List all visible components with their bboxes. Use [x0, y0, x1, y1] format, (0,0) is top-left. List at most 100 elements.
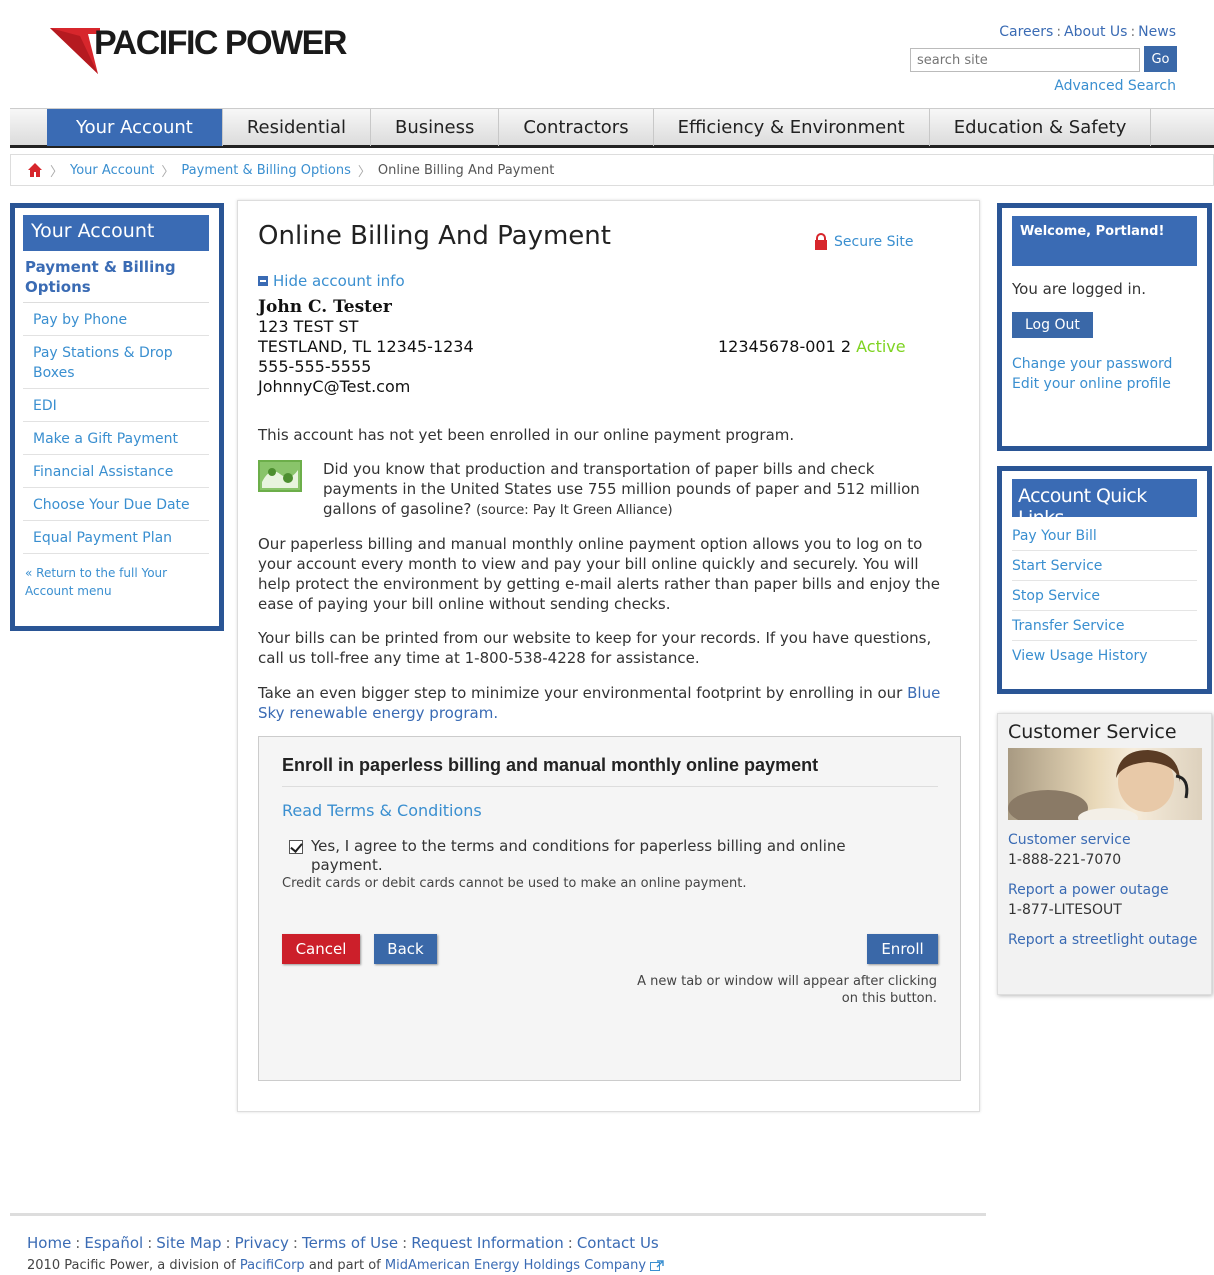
power-outage-link[interactable]: Report a power outage	[1008, 880, 1201, 900]
breadcrumb-payment-billing[interactable]: Payment & Billing Options	[181, 163, 350, 178]
footer-contact[interactable]: Contact Us	[577, 1234, 659, 1252]
customer-email: JohnnyC@Test.com	[258, 377, 411, 396]
news-link[interactable]: News	[1138, 24, 1176, 40]
quick-stop-service[interactable]: Stop Service	[1012, 581, 1197, 611]
utility-links: Careers: About Us: News	[999, 24, 1176, 40]
quick-links-title: Account Quick Links	[1012, 479, 1197, 529]
hide-account-info-link[interactable]: Hide account info	[258, 272, 405, 290]
search-input[interactable]	[910, 48, 1140, 72]
main-nav: Your Account Residential Business Contra…	[10, 108, 1214, 148]
careers-link[interactable]: Careers	[999, 24, 1053, 40]
welcome-panel: Welcome, Portland! You are logged in. Lo…	[997, 203, 1212, 451]
green-tip-icon	[258, 460, 302, 492]
midamerican-link[interactable]: MidAmerican Energy Holdings Company	[385, 1258, 646, 1273]
menu-due-date[interactable]: Choose Your Due Date	[23, 488, 209, 521]
customer-address: John C. Tester 123 TEST ST TESTLAND, TL …	[258, 297, 474, 397]
nav-contractors[interactable]: Contractors	[499, 109, 654, 146]
nav-your-account[interactable]: Your Account	[47, 109, 223, 146]
enroll-title: Enroll in paperless billing and manual m…	[282, 755, 819, 775]
nav-education-safety[interactable]: Education & Safety	[930, 109, 1152, 146]
about-us-link[interactable]: About Us	[1064, 24, 1127, 40]
menu-edi[interactable]: EDI	[23, 389, 209, 422]
chevron-right-icon: 〉	[161, 164, 175, 180]
payment-billing-options-link[interactable]: Payment & Billing Options	[23, 251, 209, 303]
not-enrolled-text: This account has not yet been enrolled i…	[258, 426, 795, 444]
menu-equal-payment[interactable]: Equal Payment Plan	[23, 521, 209, 554]
customer-city: TESTLAND, TL 12345-1234	[258, 337, 474, 356]
menu-financial-assistance[interactable]: Financial Assistance	[23, 455, 209, 488]
cs-streetlight: Report a streetlight outage	[1008, 930, 1201, 950]
enroll-box: Enroll in paperless billing and manual m…	[258, 736, 961, 1081]
paper-tip: Did you know that production and transpo…	[323, 459, 948, 521]
credit-card-note: Credit cards or debit cards cannot be us…	[282, 876, 747, 891]
footer-site-map[interactable]: Site Map	[156, 1234, 221, 1252]
cs-customer-service: Customer service 1-888-221-7070	[1008, 830, 1201, 870]
footer-links: Home: Español: Site Map: Privacy: Terms of U…	[27, 1234, 659, 1252]
nav-residential[interactable]: Residential	[223, 109, 371, 146]
customer-service-panel: Customer Service Customer service 1-888-…	[997, 713, 1212, 995]
paper-tip-source: (source: Pay It Green Alliance)	[476, 503, 673, 518]
cancel-button[interactable]: Cancel	[282, 934, 360, 964]
quick-usage-history[interactable]: View Usage History	[1012, 641, 1197, 670]
your-account-panel: Your Account Payment & Billing Options P…	[10, 203, 224, 631]
panel-title: Your Account	[23, 215, 209, 251]
streetlight-outage-link[interactable]: Report a streetlight outage	[1008, 930, 1201, 950]
page-title: Online Billing And Payment	[258, 221, 611, 251]
customer-service-phone: 1-888-221-7070	[1008, 852, 1122, 868]
terms-conditions-link[interactable]: Read Terms & Conditions	[282, 801, 482, 820]
nav-business[interactable]: Business	[371, 109, 500, 146]
footer-copyright: 2010 Pacific Power, a division of Pacifi…	[27, 1258, 664, 1273]
quick-start-service[interactable]: Start Service	[1012, 551, 1197, 581]
logo-text: PACIFIC POWER	[94, 24, 347, 62]
secure-site-label: Secure Site	[834, 233, 914, 250]
advanced-search-link[interactable]: Advanced Search	[1054, 78, 1176, 94]
agree-checkbox[interactable]	[289, 840, 303, 854]
footer-privacy[interactable]: Privacy	[235, 1234, 289, 1252]
logout-button[interactable]: Log Out	[1012, 312, 1093, 338]
footer-request-info[interactable]: Request Information	[411, 1234, 564, 1252]
nav-efficiency-environment[interactable]: Efficiency & Environment	[654, 109, 930, 146]
change-password-link[interactable]: Change your password	[1012, 354, 1197, 374]
customer-service-link[interactable]: Customer service	[1008, 830, 1201, 850]
quick-pay-bill[interactable]: Pay Your Bill	[1012, 521, 1197, 551]
customer-name: John C. Tester	[258, 297, 392, 317]
left-menu: Pay by Phone Pay Stations & Drop Boxes E…	[23, 303, 209, 554]
edit-profile-link[interactable]: Edit your online profile	[1012, 374, 1197, 394]
enroll-button[interactable]: Enroll	[867, 934, 938, 964]
lock-icon	[815, 233, 827, 250]
customer-street: 123 TEST ST	[258, 317, 359, 336]
collapse-icon	[258, 276, 268, 286]
welcome-greeting: Welcome, Portland!	[1012, 216, 1197, 266]
pacific-power-logo[interactable]: PACIFIC POWER	[50, 22, 347, 74]
footer-home[interactable]: Home	[27, 1234, 71, 1252]
menu-pay-by-phone[interactable]: Pay by Phone	[23, 303, 209, 336]
home-icon[interactable]	[27, 162, 43, 178]
back-button[interactable]: Back	[374, 934, 437, 964]
return-to-menu-link[interactable]: « Return to the full Your Account menu	[23, 554, 209, 600]
breadcrumb-current: Online Billing And Payment	[377, 162, 555, 178]
agent-photo-icon	[1008, 750, 1189, 820]
main-content: Online Billing And Payment Secure Site H…	[237, 200, 980, 1112]
customer-service-title: Customer Service	[1008, 721, 1177, 743]
customer-service-photo	[1008, 748, 1202, 820]
account-number: 12345678-001 2 Active	[718, 337, 906, 356]
customer-phone: 555-555-5555	[258, 357, 372, 376]
login-status: You are logged in.	[1012, 280, 1146, 298]
search-go-button[interactable]: Go	[1144, 46, 1177, 72]
chevron-right-icon: 〉	[357, 164, 371, 180]
pacificorp-link[interactable]: PacifiCorp	[240, 1258, 305, 1273]
breadcrumb-your-account[interactable]: Your Account	[70, 163, 154, 178]
footer-terms[interactable]: Terms of Use	[302, 1234, 398, 1252]
hide-account-info-label: Hide account info	[273, 272, 405, 290]
account-status: Active	[856, 337, 906, 356]
account-number-value: 12345678-001 2	[718, 337, 852, 356]
menu-gift-payment[interactable]: Make a Gift Payment	[23, 422, 209, 455]
agree-terms[interactable]: Yes, I agree to the terms and conditions…	[289, 837, 889, 875]
quick-links-panel: Account Quick Links Pay Your Bill Start …	[997, 466, 1212, 694]
menu-pay-stations[interactable]: Pay Stations & Drop Boxes	[23, 336, 209, 389]
footer-espanol[interactable]: Español	[84, 1234, 143, 1252]
quick-transfer-service[interactable]: Transfer Service	[1012, 611, 1197, 641]
agree-label: Yes, I agree to the terms and conditions…	[311, 837, 846, 874]
external-link-icon	[650, 1260, 664, 1271]
cs-power-outage: Report a power outage 1-877-LITESOUT	[1008, 880, 1201, 920]
